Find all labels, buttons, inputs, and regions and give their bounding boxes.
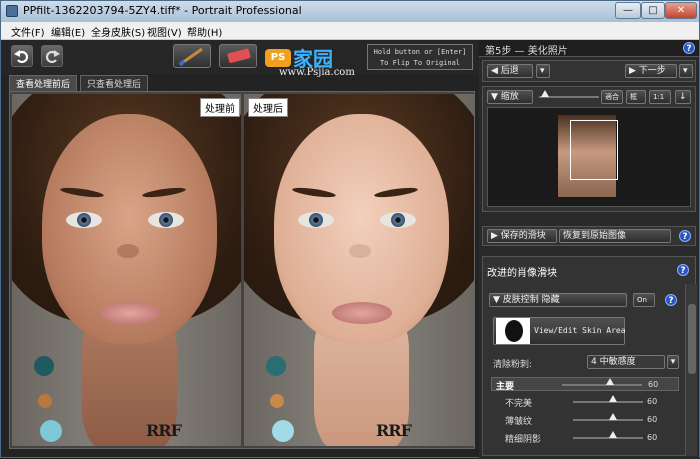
skin-area-icon [496, 318, 530, 344]
watermark-logo: PS 家园 www.Psjia.com [265, 41, 365, 79]
undo-icon [14, 50, 29, 64]
photo-watermark: RRF [146, 421, 182, 440]
menu-edit[interactable]: 编辑(E) [51, 24, 85, 39]
remove-powder-label: 清除粉刺: [493, 360, 533, 370]
portrait-sliders-section: 改进的肖像滑块 ? ▼ 皮肤控制 隐藏 On ? View/Edit Skin … [482, 256, 696, 456]
next-label: 下一步 [638, 66, 666, 76]
slider-imperfection-value: 60 [647, 397, 658, 406]
window-title: PPfilt-1362203794-5ZY4.tiff* - Portrait … [23, 4, 302, 17]
navigator [487, 107, 691, 207]
maximize-button[interactable]: □ [641, 2, 665, 19]
before-photo: 处理前 RRF [12, 94, 241, 446]
slider-wrinkles[interactable] [573, 413, 643, 421]
after-label: 处理后 [248, 98, 288, 117]
slider-fine-shadow[interactable] [573, 431, 643, 439]
skin-on-button[interactable]: On [633, 293, 655, 307]
image-view: 处理前 RRF 处理后 RRF [9, 91, 475, 449]
eraser-button[interactable] [219, 44, 257, 68]
slider-imperfection[interactable] [573, 395, 643, 403]
skin-control-toggle[interactable]: ▼ 皮肤控制 隐藏 [489, 293, 627, 307]
photo-watermark-after: RRF [376, 421, 412, 440]
slider-fine-shadow-value: 60 [647, 433, 658, 442]
saved-sliders-section: ▶ 保存的滑块 恢复到原始图像 ? [482, 226, 696, 246]
logo-ps: PS [265, 49, 291, 67]
improved-help-icon[interactable]: ? [677, 264, 689, 276]
before-label: 处理前 [200, 98, 240, 117]
saved-sliders-label: 保存的滑块 [500, 231, 546, 241]
title-bar: PPfilt-1362203794-5ZY4.tiff* - Portrait … [1, 1, 699, 22]
flip-line-1: Hold button or [Enter] [373, 48, 467, 56]
view-edit-skin-area-button[interactable]: View/Edit Skin Area [493, 317, 626, 345]
minimize-button[interactable]: — [615, 2, 641, 19]
after-photo: 处理后 RRF [244, 94, 474, 446]
step-help-icon[interactable]: ? [683, 42, 695, 54]
slider-main[interactable] [562, 378, 642, 386]
zoom-toggle[interactable]: ▼ 缩放 [487, 90, 533, 104]
nav-section: ◀ 后退 ▾ ▶ 下一步 ▾ [482, 60, 696, 82]
slider-wrinkles-label: 薄皱纹 [505, 417, 533, 427]
logo-url: www.Psjia.com [279, 67, 355, 78]
eraser-icon [227, 48, 251, 63]
redo-icon [45, 50, 60, 64]
slider-row-main: 主要 60 [491, 377, 679, 392]
back-label: 后退 [500, 66, 519, 76]
slider-row-imperfection: 不完美 60 [491, 395, 679, 409]
tab-after-only[interactable]: 只查看处理后 [80, 75, 149, 91]
right-panel-scrollbar[interactable] [685, 284, 697, 456]
flip-to-original-button[interactable]: Hold button or [Enter] To Flip To Origin… [367, 44, 473, 70]
menu-view[interactable]: 视图(V) [147, 24, 182, 39]
app-window: PPfilt-1362203794-5ZY4.tiff* - Portrait … [0, 0, 700, 459]
slider-main-value: 60 [648, 380, 659, 389]
tab-before-after[interactable]: 查看处理前后 [9, 75, 78, 91]
step-title: 第5步 — 美化照片 [479, 40, 699, 57]
zoom-arrow-button[interactable]: ↓ [675, 90, 691, 104]
zoom-slider[interactable] [539, 90, 599, 98]
skin-control-label: 皮肤控制 隐藏 [502, 295, 560, 305]
undo-button[interactable] [11, 45, 33, 67]
menu-bar: 文件(F) 编辑(E) 全身皮肤(S) 视图(V) 帮助(H) [1, 22, 699, 40]
slider-fine-shadow-label: 精细阴影 [505, 435, 542, 445]
zoom-100-button[interactable]: 1:1 [649, 90, 671, 104]
navigator-frame[interactable] [570, 120, 618, 180]
saved-help-icon[interactable]: ? [679, 230, 691, 242]
flip-line-2: To Flip To Original [379, 59, 461, 67]
remove-powder-select[interactable]: 4 中敏感度 [587, 355, 665, 369]
zoom-fit-button[interactable]: 適合 [601, 90, 623, 104]
app-icon [6, 5, 18, 17]
skin-help-icon[interactable]: ? [665, 294, 677, 306]
menu-skin[interactable]: 全身皮肤(S) [91, 24, 145, 39]
toolbar: Hold button or [Enter] To Flip To Origin… [1, 40, 479, 74]
next-button[interactable]: ▶ 下一步 [625, 64, 677, 78]
menu-help[interactable]: 帮助(H) [187, 24, 222, 39]
zoom-section: ▼ 缩放 適合 框 1:1 ↓ [482, 86, 696, 212]
right-panel: 第5步 — 美化照片 ? ◀ 后退 ▾ ▶ 下一步 ▾ ▼ 缩放 適合 框 1:… [479, 40, 699, 459]
zoom-label: 缩放 [500, 92, 519, 102]
menu-file[interactable]: 文件(F) [11, 24, 45, 39]
restore-original-button[interactable]: 恢复到原始图像 [559, 229, 671, 243]
slider-row-fine-shadow: 精细阴影 60 [491, 431, 679, 445]
brush-icon [178, 47, 203, 67]
skin-area-label: View/Edit Skin Area [534, 326, 626, 335]
slider-main-label: 主要 [496, 382, 515, 392]
improved-sliders-title: 改进的肖像滑块 [487, 268, 557, 279]
brush-button[interactable] [173, 44, 211, 68]
slider-imperfection-label: 不完美 [505, 399, 533, 409]
back-dropdown[interactable]: ▾ [536, 64, 550, 78]
slider-wrinkles-value: 60 [647, 415, 658, 424]
redo-button[interactable] [41, 45, 63, 67]
close-button[interactable]: ✕ [665, 2, 697, 19]
slider-row-wrinkles: 薄皱纹 60 [491, 413, 679, 427]
remove-powder-value: 4 中敏感度 [591, 357, 636, 367]
scrollbar-thumb[interactable] [688, 304, 696, 374]
next-dropdown[interactable]: ▾ [679, 64, 693, 78]
saved-sliders-button[interactable]: ▶ 保存的滑块 [487, 229, 557, 243]
back-button[interactable]: ◀ 后退 [487, 64, 533, 78]
remove-powder-dropdown[interactable]: ▾ [667, 355, 679, 369]
zoom-frame-button[interactable]: 框 [626, 90, 646, 104]
